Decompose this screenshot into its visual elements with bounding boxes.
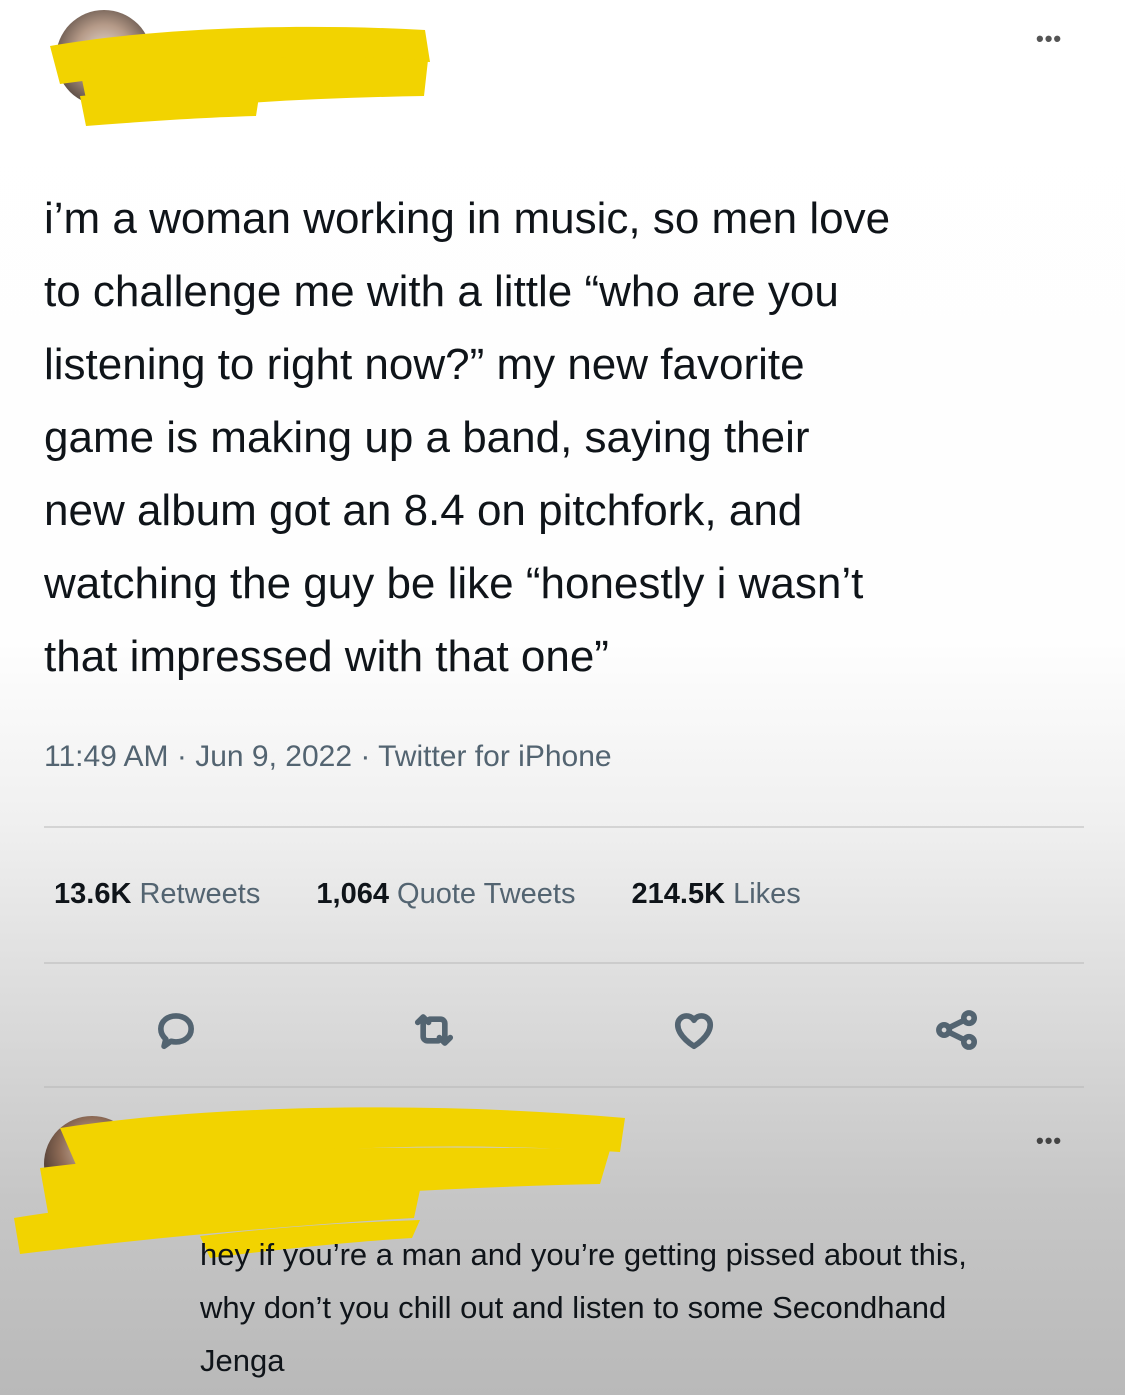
reply-more-button[interactable]: ••• — [1036, 1128, 1062, 1154]
stat-value: 214.5K — [631, 878, 726, 910]
reply-text: hey if you’re a man and you’re getting p… — [200, 1237, 967, 1378]
meta-separator: · — [352, 740, 379, 773]
tweet-more-button[interactable]: ••• — [1036, 26, 1062, 52]
stat-label: Likes — [733, 878, 801, 910]
like-icon — [674, 1013, 714, 1050]
tweet-date[interactable]: Jun 9, 2022 — [195, 740, 352, 773]
share-button[interactable] — [926, 1002, 986, 1058]
stat-label: Retweets — [139, 878, 261, 910]
share-icon — [936, 1010, 978, 1050]
stat-likes[interactable]: 214.5K Likes — [632, 878, 801, 911]
tweet-time[interactable]: 11:49 AM — [44, 740, 169, 773]
stat-value: 13.6K — [54, 878, 132, 910]
author-name-redaction — [50, 26, 430, 126]
stat-quote-tweets[interactable]: 1,064 Quote Tweets — [316, 878, 575, 911]
stat-value: 1,064 — [316, 878, 389, 910]
reply-icon — [158, 1013, 194, 1050]
tweet-text: i’m a woman working in music, so men lov… — [44, 194, 891, 681]
like-button[interactable] — [664, 1002, 724, 1058]
divider — [44, 826, 1084, 828]
tweet-source[interactable]: Twitter for iPhone — [378, 740, 611, 773]
tweet-metadata: 11:49 AM · Jun 9, 2022 · Twitter for iPh… — [44, 740, 612, 774]
reply-button[interactable] — [146, 1002, 206, 1058]
retweet-icon — [414, 1014, 454, 1046]
stat-retweets[interactable]: 13.6K Retweets — [54, 878, 260, 911]
divider — [44, 962, 1084, 964]
stat-label: Quote Tweets — [397, 878, 576, 910]
tweet-stats: 13.6K Retweets 1,064 Quote Tweets 214.5K… — [54, 878, 849, 911]
retweet-button[interactable] — [404, 1002, 464, 1058]
meta-separator: · — [168, 740, 196, 773]
